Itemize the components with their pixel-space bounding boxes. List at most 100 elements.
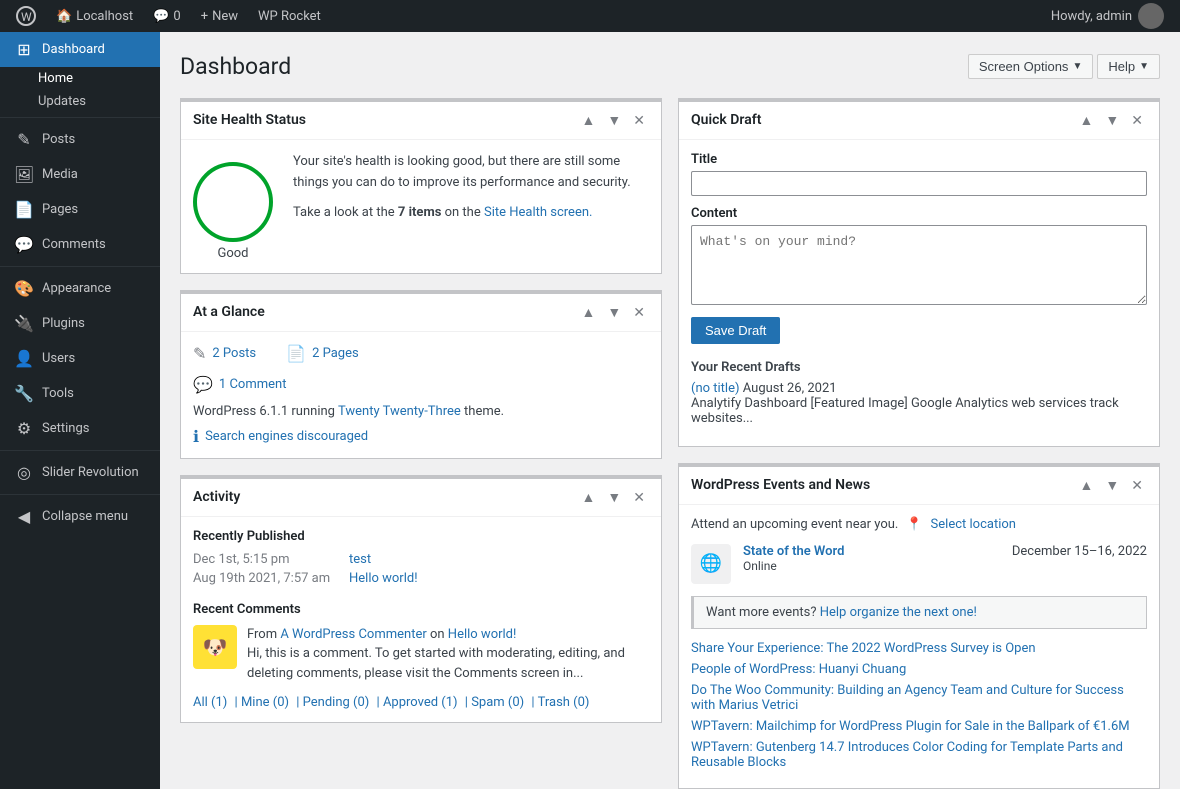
event-name-link[interactable]: State of the Word [743,544,844,559]
activity-collapse-up[interactable]: ▲ [578,487,600,508]
sidebar-item-users[interactable]: 👤 Users [0,341,160,376]
event-icon-0: 🌐 [691,544,731,584]
site-health-collapse-down[interactable]: ▼ [603,110,625,131]
comment-filter: All (1) | Mine (0) | Pending (0) | Appro… [193,695,649,710]
site-health-header: Site Health Status ▲ ▼ ✕ [181,102,661,140]
title-label: Title [691,152,1147,167]
comments-count: 0 [173,9,180,24]
events-widget: WordPress Events and News ▲ ▼ ✕ Attend a… [678,463,1160,789]
info-icon: ℹ [193,427,199,446]
help-button[interactable]: Help ▼ [1097,54,1160,79]
draft-title-input[interactable] [691,171,1147,196]
glance-comments-icon: 💬 [193,375,213,394]
dashboard-grid: Site Health Status ▲ ▼ ✕ [180,98,1160,789]
users-icon: 👤 [14,349,34,368]
comment-post-link[interactable]: Hello world! [448,627,517,642]
news-link-2[interactable]: Do The Woo Community: Building an Agency… [691,683,1124,713]
news-link-0[interactable]: Share Your Experience: The 2022 WordPres… [691,641,1036,656]
news-link-3[interactable]: WPTavern: Mailchimp for WordPress Plugin… [691,719,1130,734]
select-location-link[interactable]: Select location [931,517,1016,532]
site-health-body: Good Your site's health is looking good,… [181,140,661,273]
events-intro: Attend an upcoming event near you. 📍 Sel… [691,517,1147,532]
search-engines-link[interactable]: Search engines discouraged [205,429,368,444]
activity-collapse-down[interactable]: ▼ [603,487,625,508]
sidebar-sub-home[interactable]: Home [0,67,160,90]
activity-close[interactable]: ✕ [629,487,649,508]
news-item-3: WPTavern: Mailchimp for WordPress Plugin… [691,719,1147,734]
activity-link-0[interactable]: test [349,552,371,567]
comment-text-0: From A WordPress Commenter on Hello worl… [247,625,649,684]
organize-link[interactable]: Help organize the next one! [820,605,977,620]
filter-spam[interactable]: Spam (0) [471,695,524,710]
save-draft-button[interactable]: Save Draft [691,317,780,344]
search-engines-info[interactable]: ℹ Search engines discouraged [193,427,649,446]
at-a-glance-collapse-down[interactable]: ▼ [603,302,625,323]
activity-header: Activity ▲ ▼ ✕ [181,479,661,517]
site-health-collapse-up[interactable]: ▲ [578,110,600,131]
filter-mine[interactable]: Mine (0) [241,695,289,710]
filter-pending[interactable]: Pending (0) [303,695,370,710]
content-label: Content [691,206,1147,221]
at-a-glance-close[interactable]: ✕ [629,302,649,323]
at-a-glance-header: At a Glance ▲ ▼ ✕ [181,294,661,332]
draft-title-link[interactable]: (no title) [691,381,740,396]
at-a-glance-widget: At a Glance ▲ ▼ ✕ ✎ 2 Posts [180,290,662,459]
help-label: Help [1108,59,1135,74]
at-a-glance-body: ✎ 2 Posts 📄 2 Pages 💬 1 Comment [181,332,661,458]
filter-trash[interactable]: Trash (0) [538,695,590,710]
sidebar-item-label-dashboard: Dashboard [42,42,105,57]
sidebar-item-tools[interactable]: 🔧 Tools [0,376,160,411]
appearance-icon: 🎨 [14,279,34,298]
quick-draft-collapse-up[interactable]: ▲ [1076,110,1098,131]
sidebar-item-pages[interactable]: 📄 Pages [0,192,160,227]
sidebar-item-posts[interactable]: ✎ Posts [0,122,160,157]
glance-pages-icon: 📄 [286,344,306,363]
new-label: New [212,9,238,24]
sidebar-item-dashboard[interactable]: ⊞ Dashboard [0,32,160,67]
site-health-close[interactable]: ✕ [629,110,649,131]
comments-item[interactable]: 💬 0 [145,9,189,24]
theme-link[interactable]: Twenty Twenty-Three [338,404,461,419]
recent-comments-label: Recent Comments [193,602,649,617]
draft-content-input[interactable] [691,225,1147,305]
sidebar-item-comments[interactable]: 💬 Comments [0,227,160,262]
filter-all[interactable]: All (1) [193,695,227,710]
right-column: Quick Draft ▲ ▼ ✕ Title Content Save Dra… [678,98,1160,789]
help-chevron: ▼ [1139,61,1149,72]
events-collapse-up[interactable]: ▲ [1076,475,1098,496]
sidebar-item-plugins[interactable]: 🔌 Plugins [0,306,160,341]
sidebar-item-slider-revolution[interactable]: ◎ Slider Revolution [0,455,160,490]
dashboard-icon: ⊞ [14,40,34,59]
site-name-item[interactable]: 🏠 Localhost [48,9,141,24]
site-health-widget: Site Health Status ▲ ▼ ✕ [180,98,662,274]
news-link-1[interactable]: People of WordPress: Huanyi Chuang [691,662,906,677]
comment-author-link[interactable]: A WordPress Commenter [280,627,426,642]
sidebar-item-media[interactable]: 🖼 Media [0,157,160,192]
sidebar-sub-updates[interactable]: Updates [0,90,160,113]
wp-logo-item[interactable]: W [8,6,44,26]
news-link-4[interactable]: WPTavern: Gutenberg 14.7 Introduces Colo… [691,740,1123,770]
sidebar-item-settings[interactable]: ⚙ Settings [0,411,160,446]
sidebar-item-appearance[interactable]: 🎨 Appearance [0,271,160,306]
glance-pages-link[interactable]: 2 Pages [312,346,359,361]
health-screen-link[interactable]: Site Health screen. [484,205,592,220]
at-a-glance-collapse-up[interactable]: ▲ [578,302,600,323]
glance-posts-link[interactable]: 2 Posts [212,346,256,361]
glance-comments-link[interactable]: 1 Comment [219,377,287,392]
quick-draft-close[interactable]: ✕ [1127,110,1147,131]
activity-link-1[interactable]: Hello world! [349,571,418,586]
quick-draft-collapse-down[interactable]: ▼ [1101,110,1123,131]
events-collapse-down[interactable]: ▼ [1101,475,1123,496]
activity-body: Recently Published Dec 1st, 5:15 pm test… [181,517,661,723]
wp-rocket-item[interactable]: WP Rocket [250,9,329,24]
events-controls: ▲ ▼ ✕ [1076,475,1147,496]
events-close[interactable]: ✕ [1127,475,1147,496]
sidebar-item-label-slider: Slider Revolution [42,465,139,480]
filter-approved[interactable]: Approved (1) [383,695,458,710]
collapse-menu-item[interactable]: ◀ Collapse menu [0,499,160,534]
user-info[interactable]: Howdy, admin [1043,3,1172,29]
page-header: Dashboard Screen Options ▼ Help ▼ [180,52,1160,82]
activity-row-1: Aug 19th 2021, 7:57 am Hello world! [193,571,649,586]
screen-options-button[interactable]: Screen Options ▼ [968,54,1094,79]
new-content-item[interactable]: + New [193,9,246,24]
